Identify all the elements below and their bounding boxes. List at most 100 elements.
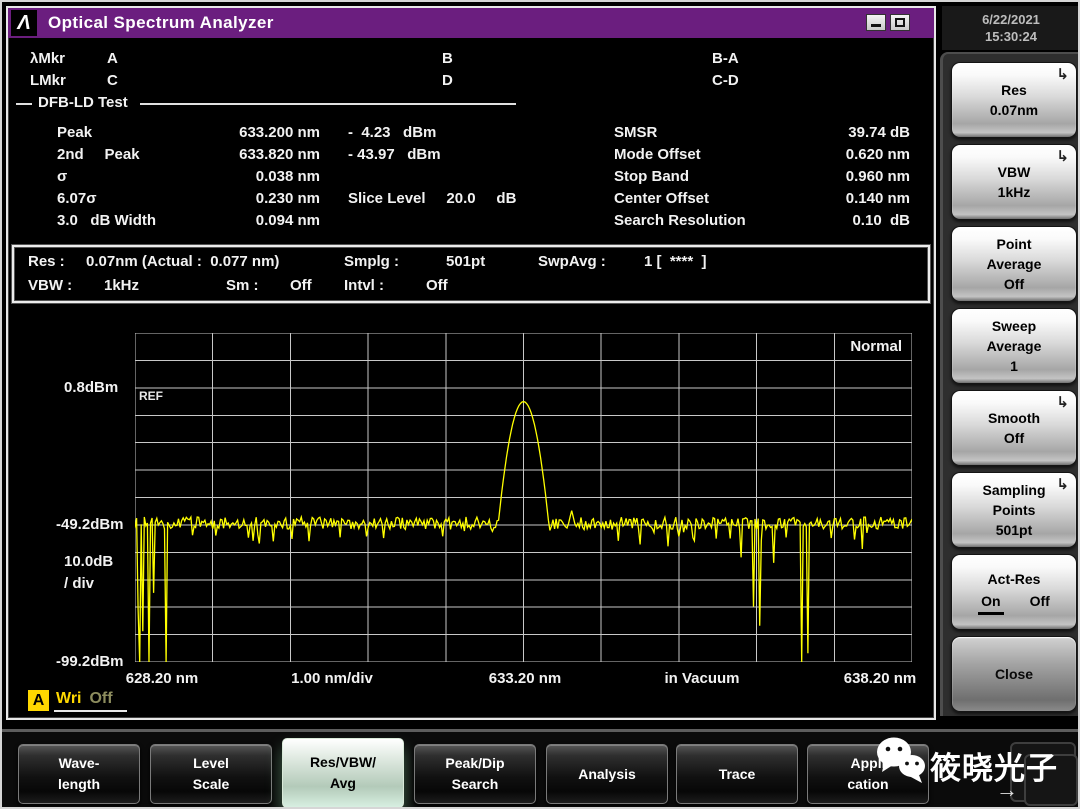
result-label: 6.07σ [57,190,97,207]
menu-wavelength[interactable]: Wave- length [18,744,140,804]
result-level: - 43.97 dBm [348,146,441,163]
trace-write-status: A Wri Off [28,690,127,714]
marker-d-label: D [442,72,453,89]
y-axis-mid-level: -49.2dBm [56,516,124,533]
softkey-close[interactable]: Close [951,636,1077,712]
window-title: Optical Spectrum Analyzer [48,13,274,32]
softkey-line: 1 [1010,358,1018,374]
softkey-res[interactable]: ↳ Res 0.07nm [951,62,1077,138]
section-rule [140,103,516,105]
write-mode-label: Wri [56,690,82,707]
analysis-section-title: DFB-LD Test [38,94,128,111]
marker-diff-label: B-A [712,50,739,67]
marker-b-label: B [442,50,453,67]
sm-value: Off [290,277,312,294]
marker-c-label: C [107,72,118,89]
x-axis-medium: in Vacuum [664,670,740,687]
trace-a-badge: A [28,690,49,711]
vbw-value: 1kHz [104,277,140,294]
softkey-line: Res [1001,82,1027,98]
ref-line-label: REF [139,389,163,403]
swpavg-value: 1 [ **** ] [644,253,707,270]
watermark-arrow-icon: → [996,777,1018,802]
watermark-text: 筱晓光子 [930,751,1058,786]
trace-mode-label: Normal [850,338,902,355]
x-axis-center: 633.20 nm [488,670,562,687]
analysis-section-header: DFB-LD Test [8,94,934,114]
result-label: SMSR [614,124,658,141]
result-wavelength: 0.230 nm [255,190,320,207]
x-axis-stop: 638.20 nm [843,670,917,687]
menu-peak-dip-search[interactable]: Peak/Dip Search [414,744,536,804]
menu-label: Wave- [58,755,100,771]
softkey-line: Close [994,666,1034,682]
sweep-status-box: Res : 0.07nm (Actual : 0.077 nm) Smplg :… [12,245,930,303]
submenu-arrow-icon: ↳ [1056,394,1069,411]
act-res-toggle: On Off [978,591,1050,615]
menu-trace[interactable]: Trace [676,744,798,804]
sm-label: Sm : [226,277,259,294]
minimize-button[interactable] [866,14,886,31]
smplg-value: 501pt [446,253,486,270]
marker-row-label: LMkr [30,72,66,89]
softkey-smooth[interactable]: ↳ Smooth Off [951,390,1077,466]
softkey-sweep-average[interactable]: Sweep Average 1 [951,308,1077,384]
y-axis-scale-1: 10.0dB [64,553,114,570]
softkey-line: 1kHz [997,184,1031,200]
app-logo-icon: Λ [11,10,37,36]
submenu-arrow-icon: ↳ [1056,148,1069,165]
result-label: Stop Band [614,168,689,185]
softkey-line: Points [992,502,1036,518]
menu-label: Res/VBW/ [309,754,377,770]
softkey-panel: ↳ Res 0.07nm ↳ VBW 1kHz Point Average Of… [940,52,1078,716]
y-axis-ref-level: 0.8dBm [64,379,119,396]
result-value: 0.620 nm [845,146,910,163]
title-bar: Λ Optical Spectrum Analyzer [8,8,934,38]
result-wavelength: 0.038 nm [255,168,320,185]
softkey-vbw[interactable]: ↳ VBW 1kHz [951,144,1077,220]
softkey-line: VBW [997,164,1031,180]
act-res-on[interactable]: On [978,591,1004,615]
result-label: Search Resolution [614,212,746,229]
softkey-line: Point [996,236,1032,252]
menu-analysis[interactable]: Analysis [546,744,668,804]
menu-label: Search [451,776,499,792]
menu-label: Scale [192,776,230,792]
result-value: 0.140 nm [845,190,910,207]
menu-level-scale[interactable]: Level Scale [150,744,272,804]
softkey-line: Sampling [982,482,1046,498]
result-label: Mode Offset [614,146,701,163]
softkey-point-average[interactable]: Point Average Off [951,226,1077,302]
result-label: 3.0 dB Width [57,212,157,229]
display-off-label: Off [89,690,113,707]
softkey-line: Average [986,338,1042,354]
result-wavelength: 0.094 nm [255,212,320,229]
result-level: Slice Level 20.0 dB [348,190,517,207]
submenu-arrow-icon: ↳ [1056,66,1069,83]
result-value: 0.960 nm [845,168,910,185]
res-value: 0.07nm (Actual : 0.077 nm) [86,253,280,270]
result-wavelength: 633.200 nm [239,124,320,141]
softkey-act-res[interactable]: Act-Res On Off [951,554,1077,630]
result-value: 0.10 dB [852,212,910,229]
menu-label: Trace [718,765,756,782]
softkey-line: Off [1003,276,1025,292]
result-label: Center Offset [614,190,710,207]
result-level: - 4.23 dBm [348,124,437,141]
spectrum-plot [135,333,912,662]
result-wavelength: 633.820 nm [239,146,320,163]
softkey-line: Average [986,256,1042,272]
marker-a-label: A [107,50,118,67]
marker-row-label: λMkr [30,50,66,67]
softkey-sampling-points[interactable]: ↳ Sampling Points 501pt [951,472,1077,548]
act-res-off[interactable]: Off [1030,591,1050,615]
y-axis-scale-2: / div [64,575,95,592]
menu-res-vbw-avg[interactable]: Res/VBW/ Avg [282,738,404,807]
intvl-label: Intvl : [344,277,384,294]
date-label: 6/22/2021 [982,12,1040,27]
result-label: Peak [57,124,93,141]
softkey-line: Smooth [987,410,1041,426]
maximize-button[interactable] [890,14,910,31]
result-label: σ [57,168,68,185]
result-label: 2nd Peak [57,146,140,163]
